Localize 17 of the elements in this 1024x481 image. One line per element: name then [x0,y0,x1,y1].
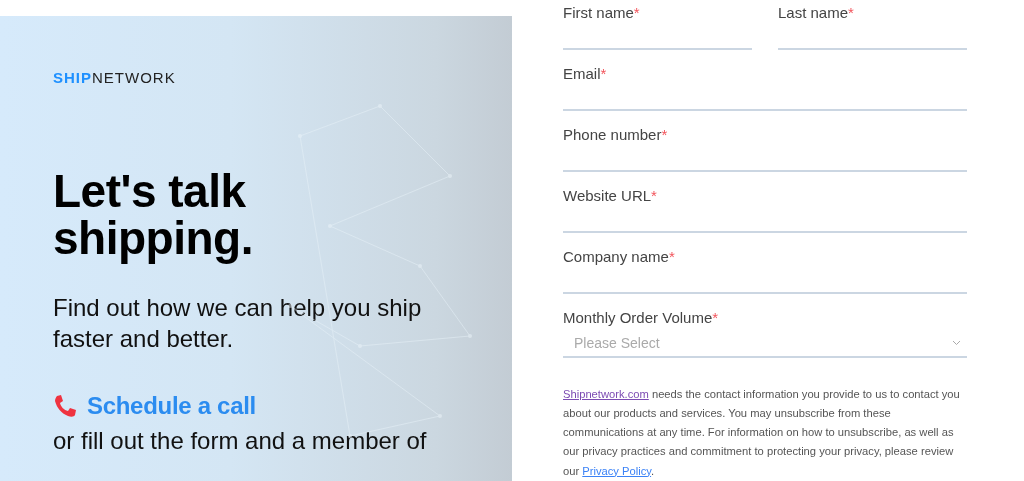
field-label: Last name* [778,4,854,21]
field-label: First name* [563,4,640,21]
hero-text: or fill out the form and a member of [53,426,428,456]
logo: SHIPNETWORK [53,69,176,86]
text-link[interactable]: Shipnetwork.com [563,387,649,400]
field-label: Monthly Order Volume* [563,308,719,326]
hero-subtitle: Find out how we can help you ship faster and better. [53,293,423,354]
chevron-down-icon [952,339,961,346]
select-field[interactable]: Please Select [563,329,967,358]
hero-heading: Let's talk shipping. [53,168,253,262]
field-label: Company name* [563,247,675,265]
consent-paragraph: Shipnetwork.com needs the contact information you provide to us to contact you about our products and services. You may unsubscribe from these communications at any time. For information on how to unsubscribe, as well as our privacy practices and commitment to protecting your privacy, please review our Privacy Policy. [563,386,961,479]
schedule-call-link[interactable]: Schedule a call [87,392,256,420]
field-label: Phone number* [563,125,668,143]
phone-icon [53,394,77,418]
field-label: Email* [563,64,607,82]
field-label: Website URL* [563,186,657,204]
